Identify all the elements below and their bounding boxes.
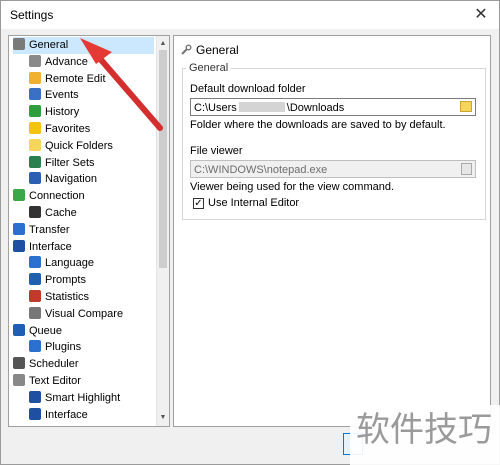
arrow-head — [80, 38, 112, 64]
arrow-shaft — [93, 51, 163, 131]
annotation-arrow — [80, 38, 163, 131]
